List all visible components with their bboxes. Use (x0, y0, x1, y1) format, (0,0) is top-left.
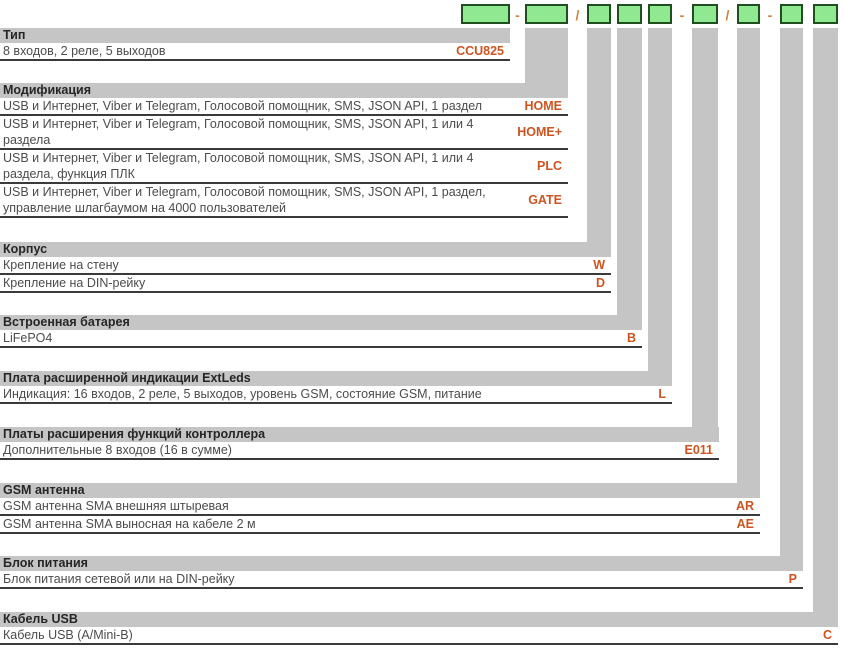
option-code: D (590, 276, 611, 290)
option-row: USB и Интернет, Viber и Telegram, Голосо… (0, 184, 568, 218)
option-row: USB и Интернет, Viber и Telegram, Голосо… (0, 150, 568, 184)
connector-column-battery (617, 28, 642, 315)
code-segment-box-usb (813, 4, 838, 24)
option-code: HOME (519, 99, 569, 113)
section-title: Кабель USB (0, 612, 838, 627)
section-title: Встроенная батарея (0, 315, 642, 330)
option-description: USB и Интернет, Viber и Telegram, Голосо… (0, 184, 522, 216)
section-title: Блок питания (0, 556, 803, 571)
option-row: Крепление на DIN-рейку D (0, 275, 611, 293)
code-segment-box-extleds (648, 4, 672, 24)
option-row: GSM антенна SMA выносная на кабеле 2 м A… (0, 516, 760, 534)
connector-column-extleds (648, 28, 672, 371)
code-separator: - (760, 4, 780, 28)
section-usb-cable: Кабель USB Кабель USB (A/Mini-B) C (0, 612, 838, 645)
option-description: Индикация: 16 входов, 2 реле, 5 выходов,… (0, 386, 652, 402)
option-code: HOME+ (511, 125, 568, 139)
connector-column-expansion (692, 28, 718, 427)
option-description: LiFePO4 (0, 330, 621, 346)
option-code: GATE (522, 193, 568, 207)
connector-column-modification (525, 28, 568, 83)
option-row: USB и Интернет, Viber и Telegram, Голосо… (0, 98, 568, 116)
section-title: Плата расширенной индикации ExtLeds (0, 371, 672, 386)
option-row: Индикация: 16 входов, 2 реле, 5 выходов,… (0, 386, 672, 404)
section-modification: Модификация USB и Интернет, Viber и Tele… (0, 83, 568, 218)
option-row: Блок питания сетевой или на DIN-рейку P (0, 571, 803, 589)
option-description: GSM антенна SMA выносная на кабеле 2 м (0, 516, 731, 532)
section-title: Корпус (0, 242, 611, 257)
code-segment-box-power (780, 4, 803, 24)
option-code: C (817, 628, 838, 642)
section-type: Тип 8 входов, 2 реле, 5 выходов CCU825 (0, 28, 510, 61)
code-segment-box-antenna (737, 4, 760, 24)
option-description: Крепление на DIN-рейку (0, 275, 590, 291)
option-description: Блок питания сетевой или на DIN-рейку (0, 571, 783, 587)
option-row: GSM антенна SMA внешняя штыревая AR (0, 498, 760, 516)
option-description: GSM антенна SMA внешняя штыревая (0, 498, 730, 514)
option-code: B (621, 331, 642, 345)
code-separator: / (568, 4, 587, 28)
section-title: Тип (0, 28, 510, 43)
code-separator: / (718, 4, 737, 28)
option-row: USB и Интернет, Viber и Telegram, Голосо… (0, 116, 568, 150)
section-title: Модификация (0, 83, 568, 98)
section-enclosure: Корпус Крепление на стену W Крепление на… (0, 242, 611, 293)
option-code: E011 (678, 443, 719, 457)
section-antenna: GSM антенна GSM антенна SMA внешняя штыр… (0, 483, 760, 534)
option-code: CCU825 (450, 44, 510, 58)
option-code: AR (730, 499, 760, 513)
code-segment-box-battery (617, 4, 642, 24)
option-row: LiFePO4 B (0, 330, 642, 348)
ordering-code-diagram: - / - / - Тип 8 входов, 2 реле, 5 выходо… (0, 0, 845, 651)
code-segment-box-expansion (692, 4, 718, 24)
section-expansion: Платы расширения функций контроллера Доп… (0, 427, 719, 460)
option-description: Кабель USB (A/Mini-B) (0, 627, 817, 643)
option-description: USB и Интернет, Viber и Telegram, Голосо… (0, 98, 519, 114)
code-separator: - (510, 4, 525, 28)
connector-column-power (780, 28, 803, 556)
option-description: 8 входов, 2 реле, 5 выходов (0, 43, 450, 59)
option-row: Дополнительные 8 входов (16 в сумме) E01… (0, 442, 719, 460)
section-battery: Встроенная батарея LiFePO4 B (0, 315, 642, 348)
option-description: Дополнительные 8 входов (16 в сумме) (0, 442, 678, 458)
section-power: Блок питания Блок питания сетевой или на… (0, 556, 803, 589)
option-code: L (652, 387, 672, 401)
option-row: 8 входов, 2 реле, 5 выходов CCU825 (0, 43, 510, 61)
option-code: W (587, 258, 611, 272)
option-row: Крепление на стену W (0, 257, 611, 275)
option-row: Кабель USB (A/Mini-B) C (0, 627, 838, 645)
section-extleds: Плата расширенной индикации ExtLeds Инди… (0, 371, 672, 404)
option-description: USB и Интернет, Viber и Telegram, Голосо… (0, 116, 511, 148)
option-code: P (783, 572, 803, 586)
connector-column-antenna (737, 28, 760, 483)
option-code: PLC (531, 159, 568, 173)
code-separator: - (672, 4, 692, 28)
code-segment-box-enclosure (587, 4, 611, 24)
connector-column-usb (813, 28, 838, 612)
option-description: Крепление на стену (0, 257, 587, 273)
section-title: Платы расширения функций контроллера (0, 427, 719, 442)
section-title: GSM антенна (0, 483, 760, 498)
connector-column-enclosure (587, 28, 611, 242)
option-code: AE (731, 517, 760, 531)
option-description: USB и Интернет, Viber и Telegram, Голосо… (0, 150, 531, 182)
code-segment-box-modification (525, 4, 568, 24)
code-segment-box-type (461, 4, 510, 24)
